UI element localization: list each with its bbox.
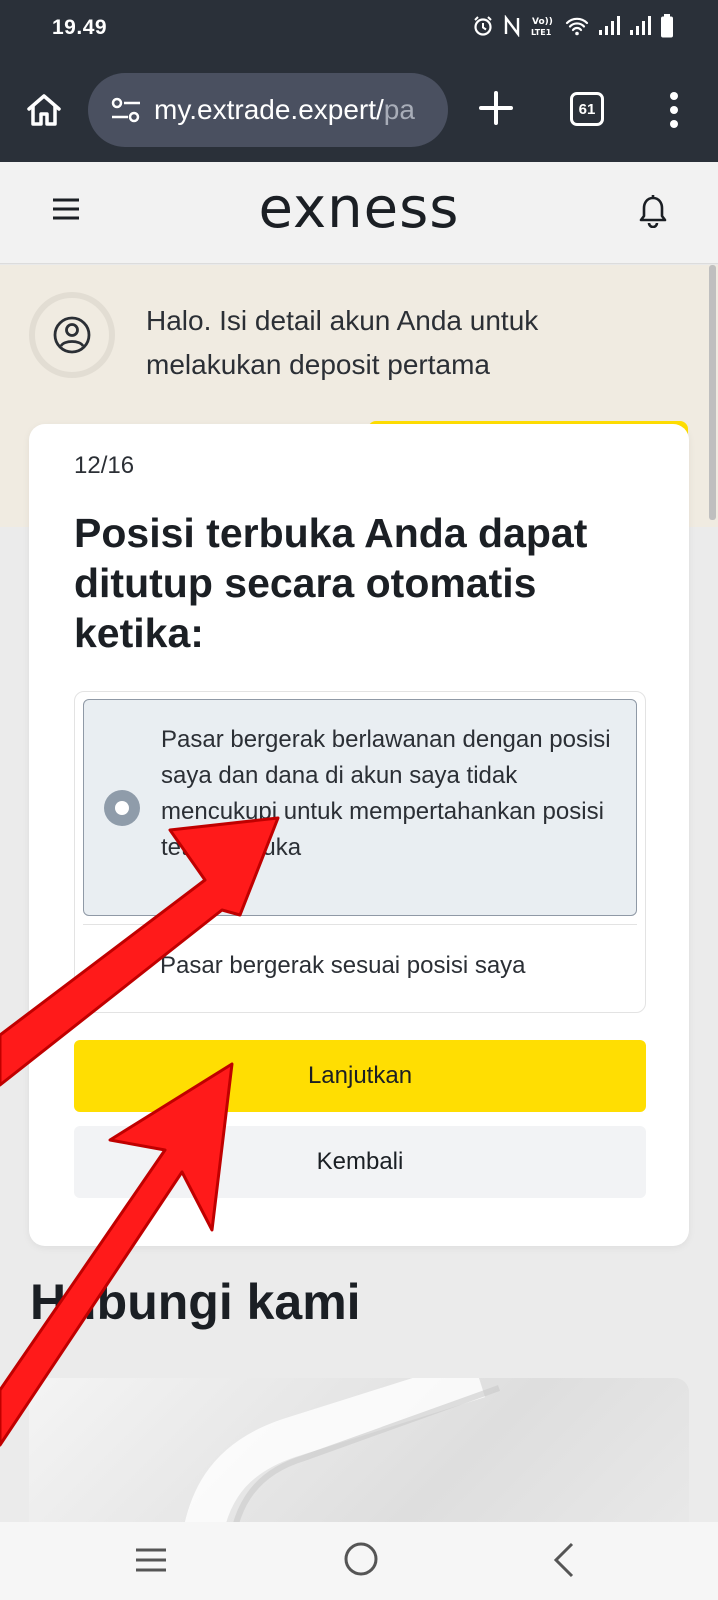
nfc-icon [504, 15, 520, 37]
url-text[interactable]: my.extrade.expert/pa [154, 94, 415, 126]
home-icon[interactable] [24, 90, 64, 130]
volte-icon: Vo))LTE1 [531, 17, 553, 37]
svg-text:LTE1: LTE1 [531, 28, 552, 37]
recent-apps-icon[interactable] [134, 1546, 168, 1574]
home-circle-icon[interactable] [342, 1540, 380, 1578]
address-bar[interactable]: my.extrade.expert/pa [88, 73, 448, 147]
answer-options: Pasar bergerak berlawanan dengan posisi … [74, 691, 646, 1013]
questionnaire-card: 12/16 Posisi terbuka Anda dapat ditutup … [29, 424, 689, 1246]
alarm-icon [474, 16, 492, 36]
continue-button[interactable]: Lanjutkan [74, 1040, 646, 1112]
option-divider [83, 924, 637, 925]
plus-icon[interactable] [476, 88, 516, 128]
more-vert-icon[interactable] [664, 90, 684, 130]
scrollbar[interactable] [709, 265, 716, 520]
wifi-icon [565, 17, 589, 36]
question-title: Posisi terbuka Anda dapat ditutup secara… [74, 510, 588, 656]
site-header: exness [0, 162, 718, 264]
status-icons: Vo)) LTE1 [472, 14, 674, 38]
back-button[interactable]: Kembali [74, 1126, 646, 1198]
page-content: Halo. Isi detail akun Anda untuk melakuk… [0, 265, 718, 1578]
svg-text:Vo)): Vo)) [532, 17, 553, 27]
option-1[interactable]: Pasar bergerak berlawanan dengan posisi … [83, 699, 637, 916]
bell-icon[interactable] [638, 194, 668, 228]
contact-heading: Hubungi kami [30, 1274, 361, 1330]
option-2[interactable]: Pasar bergerak sesuai posisi saya [83, 928, 637, 1006]
battery-icon [661, 14, 673, 38]
signal-icon [630, 16, 651, 35]
logo[interactable]: exness [0, 176, 718, 241]
system-nav-bar [0, 1522, 718, 1600]
banner-text: Halo. Isi detail akun Anda untuk melakuk… [146, 305, 539, 380]
option-1-label[interactable]: Pasar bergerak berlawanan dengan posisi … [161, 722, 621, 866]
option-2-label[interactable]: Pasar bergerak sesuai posisi saya [160, 952, 526, 980]
browser-toolbar: my.extrade.expert/pa 61 [0, 60, 718, 162]
back-icon[interactable] [552, 1542, 576, 1578]
tune-icon[interactable] [108, 92, 144, 128]
step-counter: 12/16 [74, 452, 135, 479]
radio-selected[interactable] [104, 790, 140, 826]
tabs-icon[interactable]: 61 [570, 92, 604, 126]
signal-icon [599, 16, 620, 35]
status-bar: 19.49 Vo)) LTE1 [0, 0, 718, 60]
radio-unselected[interactable] [103, 948, 139, 984]
status-time: 19.49 [52, 16, 108, 39]
user-icon [29, 292, 115, 378]
